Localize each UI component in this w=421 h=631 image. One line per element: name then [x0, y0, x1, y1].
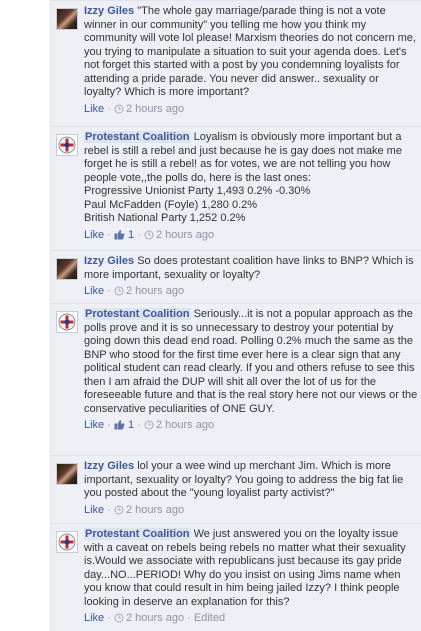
comment-author[interactable]: Izzy Giles — [84, 255, 134, 267]
comment-3: Izzy Giles So does protestant coalition … — [51, 250, 421, 303]
comment-author[interactable]: Protestant Coalition — [84, 528, 191, 540]
comment-body: Izzy Giles So does protestant coalition … — [84, 255, 418, 298]
comment-1: Izzy Giles "The whole gay marriage/parad… — [51, 0, 421, 126]
comment-2: Protestant Coalition Loyalism is obvious… — [51, 126, 421, 250]
comment-6: Protestant Coalition We just answered yo… — [51, 523, 421, 631]
comment-body: Izzy Giles "The whole gay marriage/parad… — [84, 5, 418, 116]
poll-line-2: Paul McFadden (Foyle) 1,280 0.2% — [84, 198, 258, 211]
comment-meta: Like · 1 · 2 hours ago — [84, 419, 215, 431]
comment-4: Protestant Coalition Seriously...it is n… — [51, 303, 421, 455]
avatar[interactable] — [56, 8, 78, 30]
crest-logo-icon — [58, 136, 76, 154]
edited-label[interactable]: Edited — [194, 612, 225, 624]
poll-line-3: British National Party 1,252 0.2% — [84, 212, 246, 224]
comment-body: Izzy Giles lol your a wee wind up mercha… — [84, 460, 418, 517]
comment-body: Protestant Coalition Seriously...it is n… — [84, 308, 418, 432]
comment-time[interactable]: 2 hours ago — [126, 285, 184, 297]
comment-meta: Like · 2 hours ago — [84, 102, 185, 115]
crest-logo-icon — [58, 313, 76, 331]
like-link[interactable]: Like — [84, 419, 104, 431]
comment-meta: Like · 2 hours ago · Edited — [84, 612, 226, 624]
avatar[interactable] — [56, 463, 78, 485]
comment-meta: Like · 2 hours ago — [84, 285, 185, 297]
comment-meta: Like · 1 · 2 hours ago — [84, 228, 215, 241]
like-count[interactable]: 1 — [128, 419, 134, 431]
crest-logo-icon — [58, 533, 76, 551]
thumbs-up-icon — [114, 229, 125, 239]
avatar[interactable] — [56, 311, 78, 333]
avatar[interactable] — [56, 134, 78, 156]
comment-body: Protestant Coalition We just answered yo… — [84, 528, 418, 625]
avatar[interactable] — [56, 531, 78, 553]
comment-author[interactable]: Protestant Coalition — [84, 308, 191, 320]
comment-author[interactable]: Protestant Coalition — [84, 131, 191, 143]
clock-icon — [114, 613, 124, 623]
comment-time[interactable]: 2 hours ago — [126, 612, 184, 624]
thumbs-up-icon — [114, 420, 125, 430]
comment-time[interactable]: 2 hours ago — [126, 504, 184, 516]
clock-icon — [144, 420, 154, 430]
comment-meta: Like · 2 hours ago — [84, 503, 185, 516]
avatar[interactable] — [56, 258, 78, 280]
like-link[interactable]: Like — [84, 285, 104, 297]
like-link[interactable]: Like — [84, 612, 104, 624]
comment-time[interactable]: 2 hours ago — [156, 419, 214, 431]
comment-text: So does protestant coalition have links … — [84, 255, 414, 281]
comment-text: Seriously...it is not a popular approach… — [84, 308, 418, 415]
clock-icon — [144, 230, 154, 239]
clock-icon — [114, 505, 124, 514]
like-count[interactable]: 1 — [128, 229, 134, 241]
clock-icon — [114, 286, 124, 296]
comment-time[interactable]: 2 hours ago — [126, 103, 184, 115]
comment-5: Izzy Giles lol your a wee wind up mercha… — [51, 455, 421, 523]
like-link[interactable]: Like — [84, 504, 104, 516]
comment-author[interactable]: Izzy Giles — [84, 460, 134, 472]
comment-thread: Izzy Giles "The whole gay marriage/parad… — [50, 0, 421, 631]
comment-author[interactable]: Izzy Giles — [84, 5, 134, 17]
like-link[interactable]: Like — [84, 229, 104, 241]
clock-icon — [114, 104, 124, 113]
poll-line-1: Progressive Unionist Party 1,493 0.2% -0… — [84, 185, 311, 197]
comment-text: "The whole gay marriage/parade thing is … — [84, 5, 416, 98]
comment-time[interactable]: 2 hours ago — [156, 229, 214, 241]
like-link[interactable]: Like — [84, 103, 104, 115]
comment-body: Protestant Coalition Loyalism is obvious… — [84, 131, 418, 242]
